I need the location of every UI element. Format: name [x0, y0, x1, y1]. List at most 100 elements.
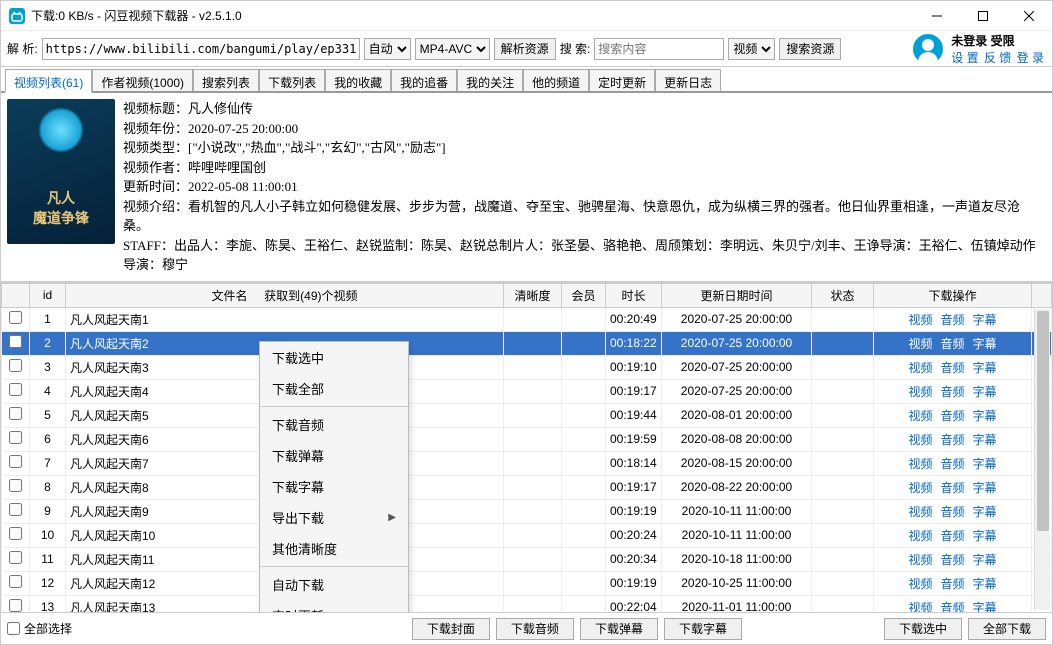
- row-checkbox[interactable]: [9, 551, 22, 564]
- tab-0[interactable]: 视频列表(61): [5, 69, 92, 93]
- row-video-link[interactable]: 视频: [908, 553, 932, 567]
- table-row[interactable]: 8凡人风起天南800:19:172020-08-22 20:00:00视频音频字…: [2, 475, 1052, 499]
- tab-3[interactable]: 下载列表: [259, 69, 325, 91]
- row-sub-link[interactable]: 字幕: [973, 433, 997, 447]
- table-row[interactable]: 13凡人风起天南1300:22:042020-11-01 11:00:00视频音…: [2, 595, 1052, 612]
- row-sub-link[interactable]: 字幕: [973, 313, 997, 327]
- table-row[interactable]: 7凡人风起天南700:18:142020-08-15 20:00:00视频音频字…: [2, 451, 1052, 475]
- col-filename[interactable]: 文件名 获取到(49)个视频: [66, 283, 504, 307]
- feedback-link[interactable]: 反 馈: [984, 51, 1011, 65]
- table-row[interactable]: 5凡人风起天南500:19:442020-08-01 20:00:00视频音频字…: [2, 403, 1052, 427]
- tab-6[interactable]: 我的关注: [457, 69, 523, 91]
- menu-item[interactable]: 下载弹幕: [260, 440, 408, 471]
- row-checkbox[interactable]: [9, 383, 22, 396]
- table-row[interactable]: 4凡人风起天南400:19:172020-07-25 20:00:00视频音频字…: [2, 379, 1052, 403]
- row-audio-link[interactable]: 音频: [940, 505, 964, 519]
- search-type-select[interactable]: 视频: [728, 38, 775, 60]
- row-sub-link[interactable]: 字幕: [973, 601, 997, 613]
- col-id[interactable]: id: [30, 283, 66, 307]
- row-video-link[interactable]: 视频: [908, 385, 932, 399]
- dl-all-button[interactable]: 全部下载: [968, 618, 1046, 640]
- row-sub-link[interactable]: 字幕: [973, 337, 997, 351]
- row-video-link[interactable]: 视频: [908, 409, 932, 423]
- row-video-link[interactable]: 视频: [908, 337, 932, 351]
- row-video-link[interactable]: 视频: [908, 457, 932, 471]
- dl-sub-button[interactable]: 下载字幕: [664, 618, 742, 640]
- row-checkbox[interactable]: [9, 455, 22, 468]
- row-sub-link[interactable]: 字幕: [973, 481, 997, 495]
- row-audio-link[interactable]: 音频: [940, 553, 964, 567]
- row-audio-link[interactable]: 音频: [940, 457, 964, 471]
- row-video-link[interactable]: 视频: [908, 361, 932, 375]
- login-link[interactable]: 登 录: [1017, 51, 1044, 65]
- auto-select[interactable]: 自动: [364, 38, 411, 60]
- table-row[interactable]: 10凡人风起天南1000:20:242020-10-11 11:00:00视频音…: [2, 523, 1052, 547]
- scrollbar-thumb[interactable]: [1037, 311, 1049, 531]
- settings-link[interactable]: 设 置: [951, 51, 978, 65]
- dl-selected-button[interactable]: 下载选中: [884, 618, 962, 640]
- row-audio-link[interactable]: 音频: [940, 337, 964, 351]
- maximize-button[interactable]: [960, 1, 1006, 31]
- row-video-link[interactable]: 视频: [908, 505, 932, 519]
- row-audio-link[interactable]: 音频: [940, 601, 964, 613]
- search-input[interactable]: [594, 38, 724, 60]
- dl-danmu-button[interactable]: 下载弹幕: [580, 618, 658, 640]
- menu-item[interactable]: 下载选中: [260, 342, 408, 373]
- tab-7[interactable]: 他的频道: [523, 69, 589, 91]
- menu-item[interactable]: 下载字幕: [260, 471, 408, 502]
- row-audio-link[interactable]: 音频: [940, 577, 964, 591]
- row-sub-link[interactable]: 字幕: [973, 385, 997, 399]
- url-input[interactable]: [42, 38, 360, 60]
- tab-1[interactable]: 作者视频(1000): [92, 69, 193, 91]
- format-select[interactable]: MP4-AVC: [415, 38, 490, 60]
- row-video-link[interactable]: 视频: [908, 529, 932, 543]
- row-checkbox[interactable]: [9, 335, 22, 348]
- row-checkbox[interactable]: [9, 599, 22, 612]
- col-clarity[interactable]: 清晰度: [504, 283, 562, 307]
- row-audio-link[interactable]: 音频: [940, 385, 964, 399]
- close-button[interactable]: [1006, 1, 1052, 31]
- row-sub-link[interactable]: 字幕: [973, 457, 997, 471]
- row-video-link[interactable]: 视频: [908, 601, 932, 613]
- table-row[interactable]: 2凡人风起天南200:18:222020-07-25 20:00:00视频音频字…: [2, 331, 1052, 355]
- row-sub-link[interactable]: 字幕: [973, 577, 997, 591]
- row-checkbox[interactable]: [9, 527, 22, 540]
- row-checkbox[interactable]: [9, 503, 22, 516]
- row-checkbox[interactable]: [9, 479, 22, 492]
- row-video-link[interactable]: 视频: [908, 313, 932, 327]
- row-audio-link[interactable]: 音频: [940, 409, 964, 423]
- tab-5[interactable]: 我的追番: [391, 69, 457, 91]
- row-audio-link[interactable]: 音频: [940, 361, 964, 375]
- col-duration[interactable]: 时长: [606, 283, 662, 307]
- row-checkbox[interactable]: [9, 407, 22, 420]
- dl-cover-button[interactable]: 下载封面: [412, 618, 490, 640]
- table-row[interactable]: 3凡人风起天南300:19:102020-07-25 20:00:00视频音频字…: [2, 355, 1052, 379]
- col-status[interactable]: 状态: [812, 283, 874, 307]
- row-sub-link[interactable]: 字幕: [973, 529, 997, 543]
- row-video-link[interactable]: 视频: [908, 577, 932, 591]
- parse-button[interactable]: 解析资源: [494, 38, 556, 60]
- tab-4[interactable]: 我的收藏: [325, 69, 391, 91]
- row-checkbox[interactable]: [9, 359, 22, 372]
- row-video-link[interactable]: 视频: [908, 481, 932, 495]
- col-member[interactable]: 会员: [562, 283, 606, 307]
- col-action[interactable]: 下载操作: [874, 283, 1032, 307]
- menu-item[interactable]: 下载全部: [260, 373, 408, 404]
- row-checkbox[interactable]: [9, 575, 22, 588]
- avatar-icon[interactable]: [913, 34, 943, 64]
- row-video-link[interactable]: 视频: [908, 433, 932, 447]
- row-audio-link[interactable]: 音频: [940, 481, 964, 495]
- row-checkbox[interactable]: [9, 311, 22, 324]
- tab-2[interactable]: 搜索列表: [193, 69, 259, 91]
- row-sub-link[interactable]: 字幕: [973, 553, 997, 567]
- row-sub-link[interactable]: 字幕: [973, 361, 997, 375]
- minimize-button[interactable]: [914, 1, 960, 31]
- menu-item[interactable]: 导出下载▶: [260, 502, 408, 533]
- row-sub-link[interactable]: 字幕: [973, 505, 997, 519]
- row-audio-link[interactable]: 音频: [940, 433, 964, 447]
- col-date[interactable]: 更新日期时间: [662, 283, 812, 307]
- row-checkbox[interactable]: [9, 431, 22, 444]
- table-row[interactable]: 1凡人风起天南100:20:492020-07-25 20:00:00视频音频字…: [2, 307, 1052, 331]
- table-row[interactable]: 9凡人风起天南900:19:192020-10-11 11:00:00视频音频字…: [2, 499, 1052, 523]
- tab-9[interactable]: 更新日志: [655, 69, 721, 91]
